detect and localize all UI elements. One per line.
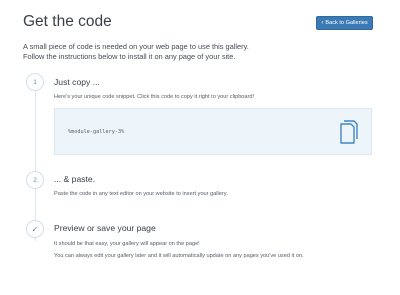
timeline-line — [35, 81, 36, 241]
page-title: Get the code — [23, 13, 112, 30]
back-button-label: Back to Galleries — [325, 20, 368, 26]
step-3-text: It should be that easy, your gallery wil… — [54, 241, 200, 247]
chevron-left-icon: ‹ — [321, 20, 324, 26]
intro-text: A small piece of code is needed on your … — [23, 42, 383, 62]
code-snippet[interactable]: %module-gallery-3% — [68, 129, 124, 135]
step-3-text-2: You can always edit your gallery later a… — [54, 253, 304, 259]
step-2-marker: 2 — [26, 171, 44, 189]
code-snippet-box[interactable]: %module-gallery-3% — [54, 108, 372, 155]
back-to-galleries-button[interactable]: ‹ Back to Galleries — [316, 16, 373, 30]
step-1-title: Just copy ... — [54, 77, 100, 87]
step-2-title: ... & paste. — [54, 174, 96, 184]
step-1-marker: 1 — [26, 73, 44, 91]
step-1-text: Here's your unique code snippet. Click t… — [54, 94, 255, 100]
step-3-title: Preview or save your page — [54, 223, 156, 233]
intro-line-2: Follow the instructions below to install… — [23, 52, 236, 62]
step-2-text: Paste the code in any text editor on you… — [54, 191, 228, 197]
step-3-check-icon: ✓ — [26, 220, 44, 238]
copy-icon[interactable] — [338, 119, 358, 145]
intro-line-1: A small piece of code is needed on your … — [23, 42, 249, 51]
